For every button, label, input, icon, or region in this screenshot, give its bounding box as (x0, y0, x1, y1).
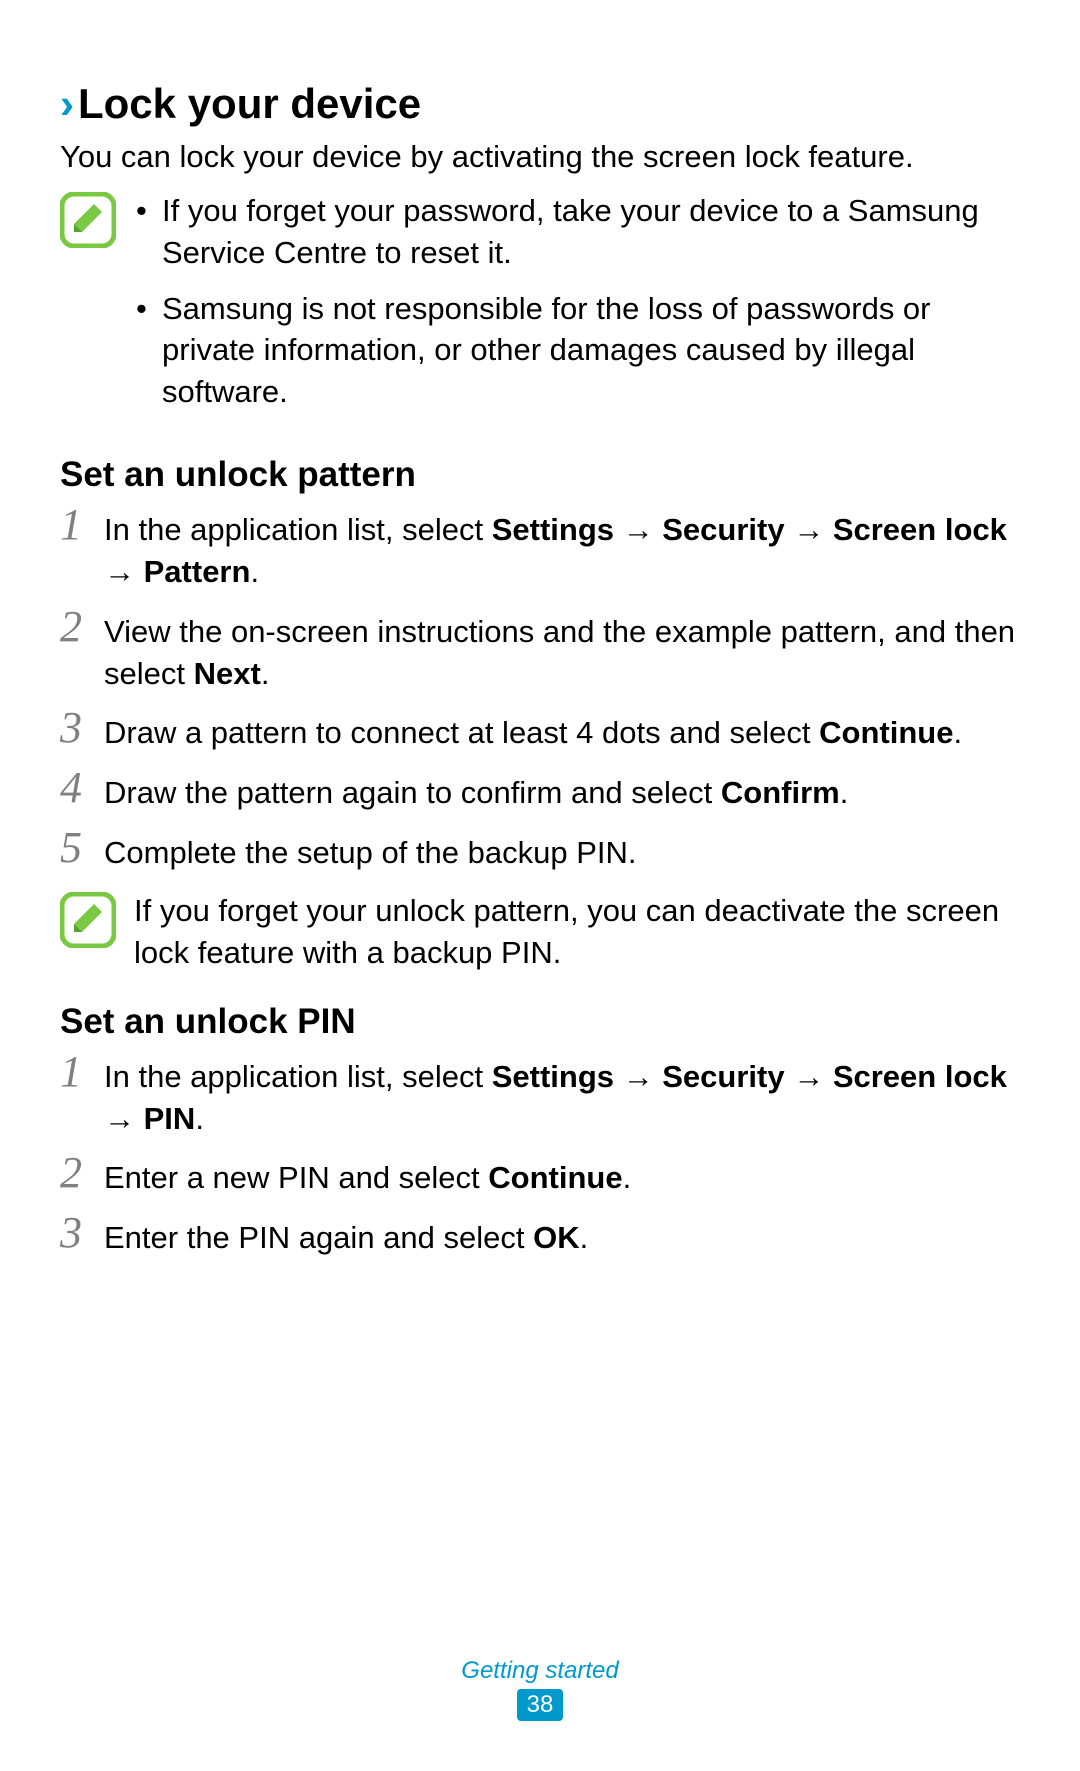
note-block: If you forget your unlock pattern, you c… (60, 890, 1020, 974)
step-list: 1 In the application list, select Settin… (60, 507, 1020, 874)
chevron-right-icon: › (60, 80, 74, 128)
step-item: 5 Complete the setup of the backup PIN. (60, 830, 1020, 874)
step-text: Enter the PIN again and select OK. (104, 1215, 1020, 1259)
step-text: In the application list, select Settings… (104, 1054, 1020, 1140)
step-text: Draw a pattern to connect at least 4 dot… (104, 710, 1020, 754)
step-item: 1 In the application list, select Settin… (60, 1054, 1020, 1140)
step-item: 3 Enter the PIN again and select OK. (60, 1215, 1020, 1259)
step-number: 1 (60, 1050, 104, 1094)
step-item: 2 Enter a new PIN and select Continue. (60, 1155, 1020, 1199)
subsection-heading: Set an unlock pattern (60, 455, 1020, 495)
step-item: 3 Draw a pattern to connect at least 4 d… (60, 710, 1020, 754)
step-item: 1 In the application list, select Settin… (60, 507, 1020, 593)
step-number: 4 (60, 766, 104, 810)
footer-category: Getting started (0, 1657, 1080, 1685)
step-item: 4 Draw the pattern again to confirm and … (60, 770, 1020, 814)
bullet-list: If you forget your password, take your d… (134, 190, 1020, 413)
step-text: Complete the setup of the backup PIN. (104, 830, 1020, 874)
step-number: 1 (60, 503, 104, 547)
document-page: › Lock your device You can lock your dev… (0, 0, 1080, 1771)
bullet-item: Samsung is not responsible for the loss … (134, 288, 1020, 414)
step-text: Enter a new PIN and select Continue. (104, 1155, 1020, 1199)
step-number: 2 (60, 605, 104, 649)
step-item: 2 View the on-screen instructions and th… (60, 609, 1020, 695)
page-number: 38 (517, 1689, 564, 1721)
section-title: Lock your device (78, 80, 421, 128)
page-footer: Getting started 38 (0, 1657, 1080, 1721)
note-icon (60, 892, 116, 948)
step-list: 1 In the application list, select Settin… (60, 1054, 1020, 1259)
intro-text: You can lock your device by activating t… (60, 136, 1020, 178)
note-content: If you forget your unlock pattern, you c… (134, 890, 1020, 974)
step-number: 3 (60, 706, 104, 750)
note-icon (60, 192, 116, 248)
step-number: 2 (60, 1151, 104, 1195)
step-number: 3 (60, 1211, 104, 1255)
section-heading: › Lock your device (60, 80, 1020, 128)
step-text: View the on-screen instructions and the … (104, 609, 1020, 695)
step-number: 5 (60, 826, 104, 870)
subsection-heading: Set an unlock PIN (60, 1002, 1020, 1042)
step-text: In the application list, select Settings… (104, 507, 1020, 593)
bullet-item: If you forget your password, take your d… (134, 190, 1020, 274)
note-content: If you forget your password, take your d… (134, 190, 1020, 427)
note-block: If you forget your password, take your d… (60, 190, 1020, 427)
step-text: Draw the pattern again to confirm and se… (104, 770, 1020, 814)
